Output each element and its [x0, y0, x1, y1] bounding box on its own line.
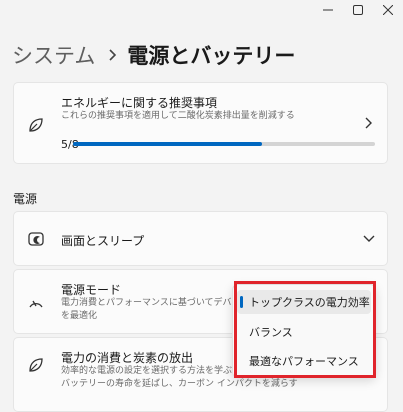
carbon-title: 電力の消費と炭素の放出 [61, 351, 194, 365]
minimize-button[interactable] [313, 0, 343, 20]
selected-indicator [240, 296, 243, 308]
power-mode-option-best-performance[interactable]: 最適なパフォーマンス [237, 349, 371, 373]
power-mode-title: 電源モード [61, 283, 122, 297]
screen-and-sleep-title: 画面とスリープ [61, 234, 145, 248]
breadcrumb: システム 電源とバッテリー [12, 40, 295, 70]
chevron-right-icon [109, 49, 117, 61]
power-mode-dropdown[interactable]: トップクラスの電力効率 バランス 最適なパフォーマンス [232, 284, 376, 378]
power-mode-option-best-efficiency[interactable]: トップクラスの電力効率 [237, 290, 371, 314]
leaf-icon [27, 356, 45, 374]
power-mode-subtitle-line2: を最適化 [61, 311, 98, 321]
screen-and-sleep-card[interactable]: 画面とスリープ [13, 211, 388, 266]
option-label: 最適なパフォーマンス [249, 355, 359, 368]
page-title: 電源とバッテリー [127, 44, 296, 68]
window-controls [313, 0, 403, 20]
power-mode-subtitle-line1: 電力消費とパフォーマンスに基づいてデバイス [61, 298, 250, 308]
minimize-icon [323, 9, 333, 11]
progress-bar-fill [73, 142, 262, 146]
breadcrumb-system-link[interactable]: システム [12, 40, 95, 70]
maximize-button[interactable] [343, 0, 373, 20]
maximize-icon [353, 5, 363, 15]
section-heading-power: 電源 [13, 192, 38, 206]
close-button[interactable] [373, 0, 403, 20]
option-label: バランス [249, 326, 293, 339]
option-label: トップクラスの電力効率 [249, 296, 370, 309]
energy-recommendations-subtitle: これらの推奨事項を適用して二酸化炭素排出量を削減する [61, 111, 295, 121]
screen-sleep-icon [27, 230, 45, 248]
power-mode-option-balanced[interactable]: バランス [237, 320, 371, 344]
carbon-subtitle-line2: バッテリーの寿命を延ばし、カーボン インパクトを減らす [61, 379, 298, 389]
chevron-down-icon [363, 234, 375, 244]
progress-bar [73, 142, 375, 146]
leaf-icon [27, 116, 45, 134]
energy-recommendations-card[interactable]: エネルギーに関する推奨事項 これらの推奨事項を適用して二酸化炭素排出量を削減する… [13, 82, 388, 164]
energy-recommendations-title: エネルギーに関する推奨事項 [61, 96, 218, 110]
carbon-subtitle-line1: 効率的な電源の設定を選択する方法を学ぶ [61, 366, 233, 376]
chevron-right-icon [364, 116, 374, 130]
close-icon [383, 5, 393, 15]
power-mode-gauge-icon [27, 294, 45, 312]
